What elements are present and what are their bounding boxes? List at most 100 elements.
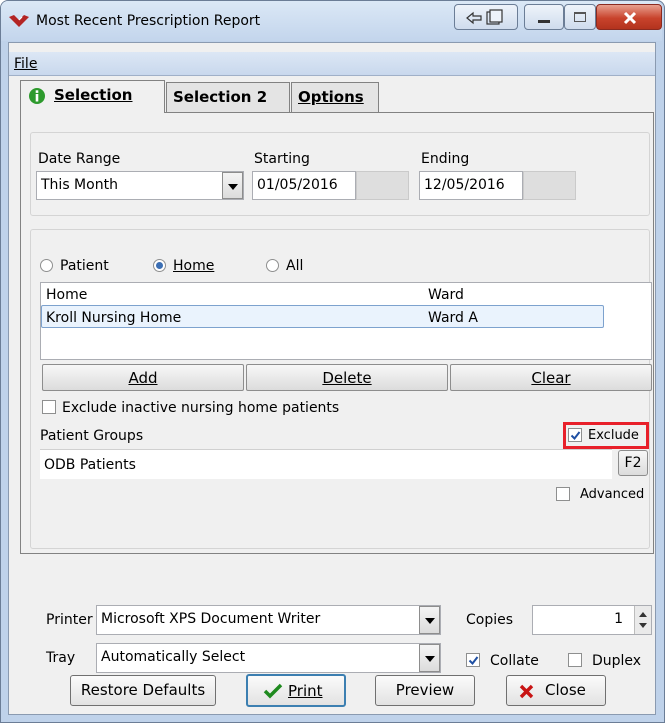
advanced-label: Advanced: [580, 487, 645, 502]
radio-selected-dot: [156, 262, 163, 269]
tab-options[interactable]: Options: [291, 82, 379, 112]
radio-patient-label: Patient: [60, 258, 109, 274]
advanced-checkbox[interactable]: Advanced: [556, 485, 652, 503]
window-title: Most Recent Prescription Report: [36, 13, 261, 29]
radio-all-circle: [266, 259, 279, 272]
date-range-value: This Month: [41, 177, 118, 193]
tray-select[interactable]: Automatically Select: [96, 643, 441, 673]
exclude-groups-label: Exclude: [588, 428, 639, 443]
menu-file-label: File: [14, 56, 38, 72]
radio-patient-circle: [40, 259, 53, 272]
radio-home-label: Home: [173, 258, 215, 274]
radio-home[interactable]: Home: [153, 257, 243, 275]
close-x-icon: [519, 684, 534, 699]
duplex-label: Duplex: [592, 653, 642, 669]
row-anchor: [466, 623, 467, 624]
maximize-icon: [574, 12, 586, 22]
add-button-label: Add: [128, 369, 158, 387]
minimize-icon: [538, 20, 550, 23]
chevron-down-icon: [425, 618, 435, 624]
date-range-select[interactable]: This Month: [36, 171, 244, 200]
clear-button-label: Clear: [531, 369, 571, 387]
printer-value: Microsoft XPS Document Writer: [101, 611, 321, 627]
tab-selection-label: Selection: [54, 86, 133, 104]
tab-selection-2[interactable]: Selection 2: [166, 82, 290, 112]
swap-window-icon: [466, 9, 503, 25]
duplex-box: [568, 653, 582, 667]
menu-file[interactable]: File: [14, 54, 37, 74]
check-icon: [468, 656, 479, 666]
check-icon: [570, 431, 581, 441]
f2-lookup-button[interactable]: F2: [618, 450, 648, 476]
ending-date-value: 12/05/2016: [424, 177, 505, 193]
radio-all-label: All: [286, 258, 304, 274]
ending-date-input[interactable]: 12/05/2016: [419, 171, 523, 200]
arrow-up-icon: [639, 612, 647, 617]
radio-patient[interactable]: Patient: [40, 257, 140, 275]
starting-label: Starting: [254, 151, 310, 167]
ending-date-picker-button[interactable]: [523, 171, 576, 200]
print-button[interactable]: Print: [246, 674, 346, 707]
f2-button-label: F2: [624, 455, 642, 471]
preview-button[interactable]: Preview: [375, 675, 475, 706]
duplex-checkbox[interactable]: Duplex: [568, 652, 652, 672]
add-button[interactable]: Add: [42, 364, 244, 391]
collate-checkbox-spacer: [466, 623, 550, 643]
app-logo-icon: [9, 15, 29, 27]
patient-groups-label: Patient Groups: [40, 428, 144, 444]
exclude-inactive-box: [42, 400, 56, 414]
tab-options-label: Options: [298, 88, 364, 106]
collate-box: [466, 653, 480, 667]
starting-date-picker-button[interactable]: [356, 171, 409, 200]
checkmark-icon: [263, 683, 283, 699]
minimize-button[interactable]: [524, 4, 564, 30]
copies-stepper[interactable]: [634, 606, 651, 634]
patient-group-item: ODB Patients: [44, 457, 136, 473]
info-icon: [29, 88, 45, 104]
patient-groups-field[interactable]: ODB Patients: [40, 449, 612, 479]
radio-home-circle: [153, 259, 166, 272]
starting-date-value: 01/05/2016: [257, 177, 338, 193]
table-row[interactable]: Kroll Nursing Home Ward A: [41, 305, 604, 328]
advanced-box: [556, 487, 570, 501]
window-close-button[interactable]: [596, 4, 662, 30]
copies-value: 1: [614, 611, 623, 627]
exclude-groups-checkbox[interactable]: Exclude: [568, 426, 648, 444]
clear-button[interactable]: Clear: [450, 364, 652, 391]
close-button-label: Close: [545, 681, 586, 699]
exclude-inactive-checkbox[interactable]: Exclude inactive nursing home patients: [40, 398, 420, 418]
collate-checkbox[interactable]: Collate: [466, 652, 550, 672]
tray-dropdown-button[interactable]: [419, 644, 440, 672]
column-header-ward: Ward: [428, 287, 464, 303]
menu-bar: [9, 52, 655, 76]
switch-window-button[interactable]: [454, 4, 518, 30]
printer-label: Printer: [46, 612, 93, 628]
exclude-groups-box: [568, 428, 582, 442]
tray-value: Automatically Select: [101, 649, 246, 665]
exclude-inactive-label: Exclude inactive nursing home patients: [62, 400, 340, 416]
chevron-down-icon: [228, 184, 238, 190]
tray-label: Tray: [46, 650, 76, 666]
preview-button-label: Preview: [395, 681, 455, 699]
row-home-cell: Kroll Nursing Home: [46, 310, 182, 326]
ending-label: Ending: [421, 151, 470, 167]
date-range-label: Date Range: [38, 151, 121, 167]
chevron-down-icon: [425, 656, 435, 662]
delete-button[interactable]: Delete: [246, 364, 448, 391]
restore-defaults-label: Restore Defaults: [80, 681, 206, 699]
delete-button-label: Delete: [322, 369, 372, 387]
restore-defaults-button[interactable]: Restore Defaults: [70, 675, 216, 706]
close-button[interactable]: Close: [506, 675, 606, 706]
date-range-dropdown-button[interactable]: [222, 172, 243, 199]
row-ward-cell: Ward A: [428, 310, 478, 326]
maximize-button[interactable]: [564, 4, 596, 30]
tab-selection-2-label: Selection 2: [173, 88, 268, 106]
starting-date-input[interactable]: 01/05/2016: [252, 171, 356, 200]
printer-select[interactable]: Microsoft XPS Document Writer: [96, 605, 441, 635]
column-header-home: Home: [46, 287, 88, 303]
radio-all[interactable]: All: [266, 257, 326, 275]
printer-dropdown-button[interactable]: [419, 606, 440, 634]
collate-label: Collate: [490, 653, 539, 669]
arrow-down-icon: [639, 623, 647, 628]
tab-selection[interactable]: Selection: [20, 80, 165, 113]
